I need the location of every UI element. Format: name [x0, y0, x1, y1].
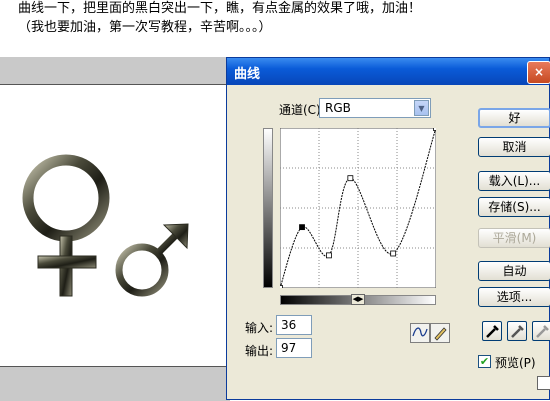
expand-icon[interactable] — [537, 376, 550, 390]
options-button[interactable]: 选项... — [478, 287, 550, 307]
curve-point — [347, 175, 354, 182]
curve-graph[interactable] — [280, 128, 436, 288]
cancel-button[interactable]: 取消 — [478, 137, 550, 157]
curve-icon — [412, 327, 428, 337]
eyedropper-gray-icon — [511, 325, 524, 338]
smooth-button[interactable]: 平滑(M) — [478, 228, 550, 248]
tutorial-caption-line1: 曲线一下，把里面的黑白突出一下，瞧，有点金属的效果了哦，加油！ — [18, 1, 422, 16]
curve-point — [326, 252, 332, 259]
gray-point-eyedropper[interactable] — [507, 321, 527, 341]
curve-point — [390, 250, 397, 257]
channel-select[interactable]: RGB ▼ — [319, 98, 431, 118]
pencil-icon — [434, 327, 447, 341]
auto-button[interactable]: 自动 — [478, 261, 550, 281]
tutorial-caption-line2: （我也要加油，第一次写教程，辛苦啊。。。） — [18, 20, 272, 35]
background-status-band — [0, 366, 230, 401]
dialog-titlebar[interactable]: 曲线 × — [227, 58, 550, 85]
chevron-down-icon[interactable]: ▼ — [414, 100, 429, 116]
input-label: 输入: — [245, 321, 274, 335]
output-label: 输出: — [245, 344, 274, 358]
curve-tool-button[interactable] — [410, 323, 430, 343]
preview-checkbox[interactable]: ✔ — [478, 355, 491, 368]
output-gradient-bar — [263, 128, 273, 288]
save-button[interactable]: 存储(S)... — [478, 197, 550, 217]
ok-button[interactable]: 好 — [478, 108, 550, 128]
load-button[interactable]: 载入(L)... — [478, 171, 550, 191]
close-button[interactable]: × — [527, 61, 550, 84]
channel-label: 通道(C): — [279, 103, 325, 117]
male-symbol-artwork — [115, 223, 189, 297]
curves-dialog: 曲线 × 通道(C): RGB ▼ ◀▶ 输入: 36 输出: 97 好 取消 … — [226, 57, 550, 400]
eyedropper-black-icon — [486, 325, 499, 338]
female-symbol-artwork — [22, 154, 110, 297]
curve-point — [433, 128, 436, 131]
gradient-toggle-button[interactable]: ◀▶ — [351, 294, 365, 305]
dialog-title: 曲线 — [234, 67, 261, 82]
input-field[interactable]: 36 — [276, 315, 312, 335]
preview-label: 预览(P) — [495, 356, 536, 370]
curve-point-active — [299, 224, 305, 231]
eyedropper-white-icon — [536, 325, 549, 338]
output-field[interactable]: 97 — [276, 338, 312, 358]
black-point-eyedropper[interactable] — [482, 321, 502, 341]
pencil-tool-button[interactable] — [430, 323, 450, 343]
channel-value: RGB — [325, 101, 351, 115]
white-point-eyedropper[interactable] — [532, 321, 550, 341]
curve-point — [280, 285, 283, 288]
